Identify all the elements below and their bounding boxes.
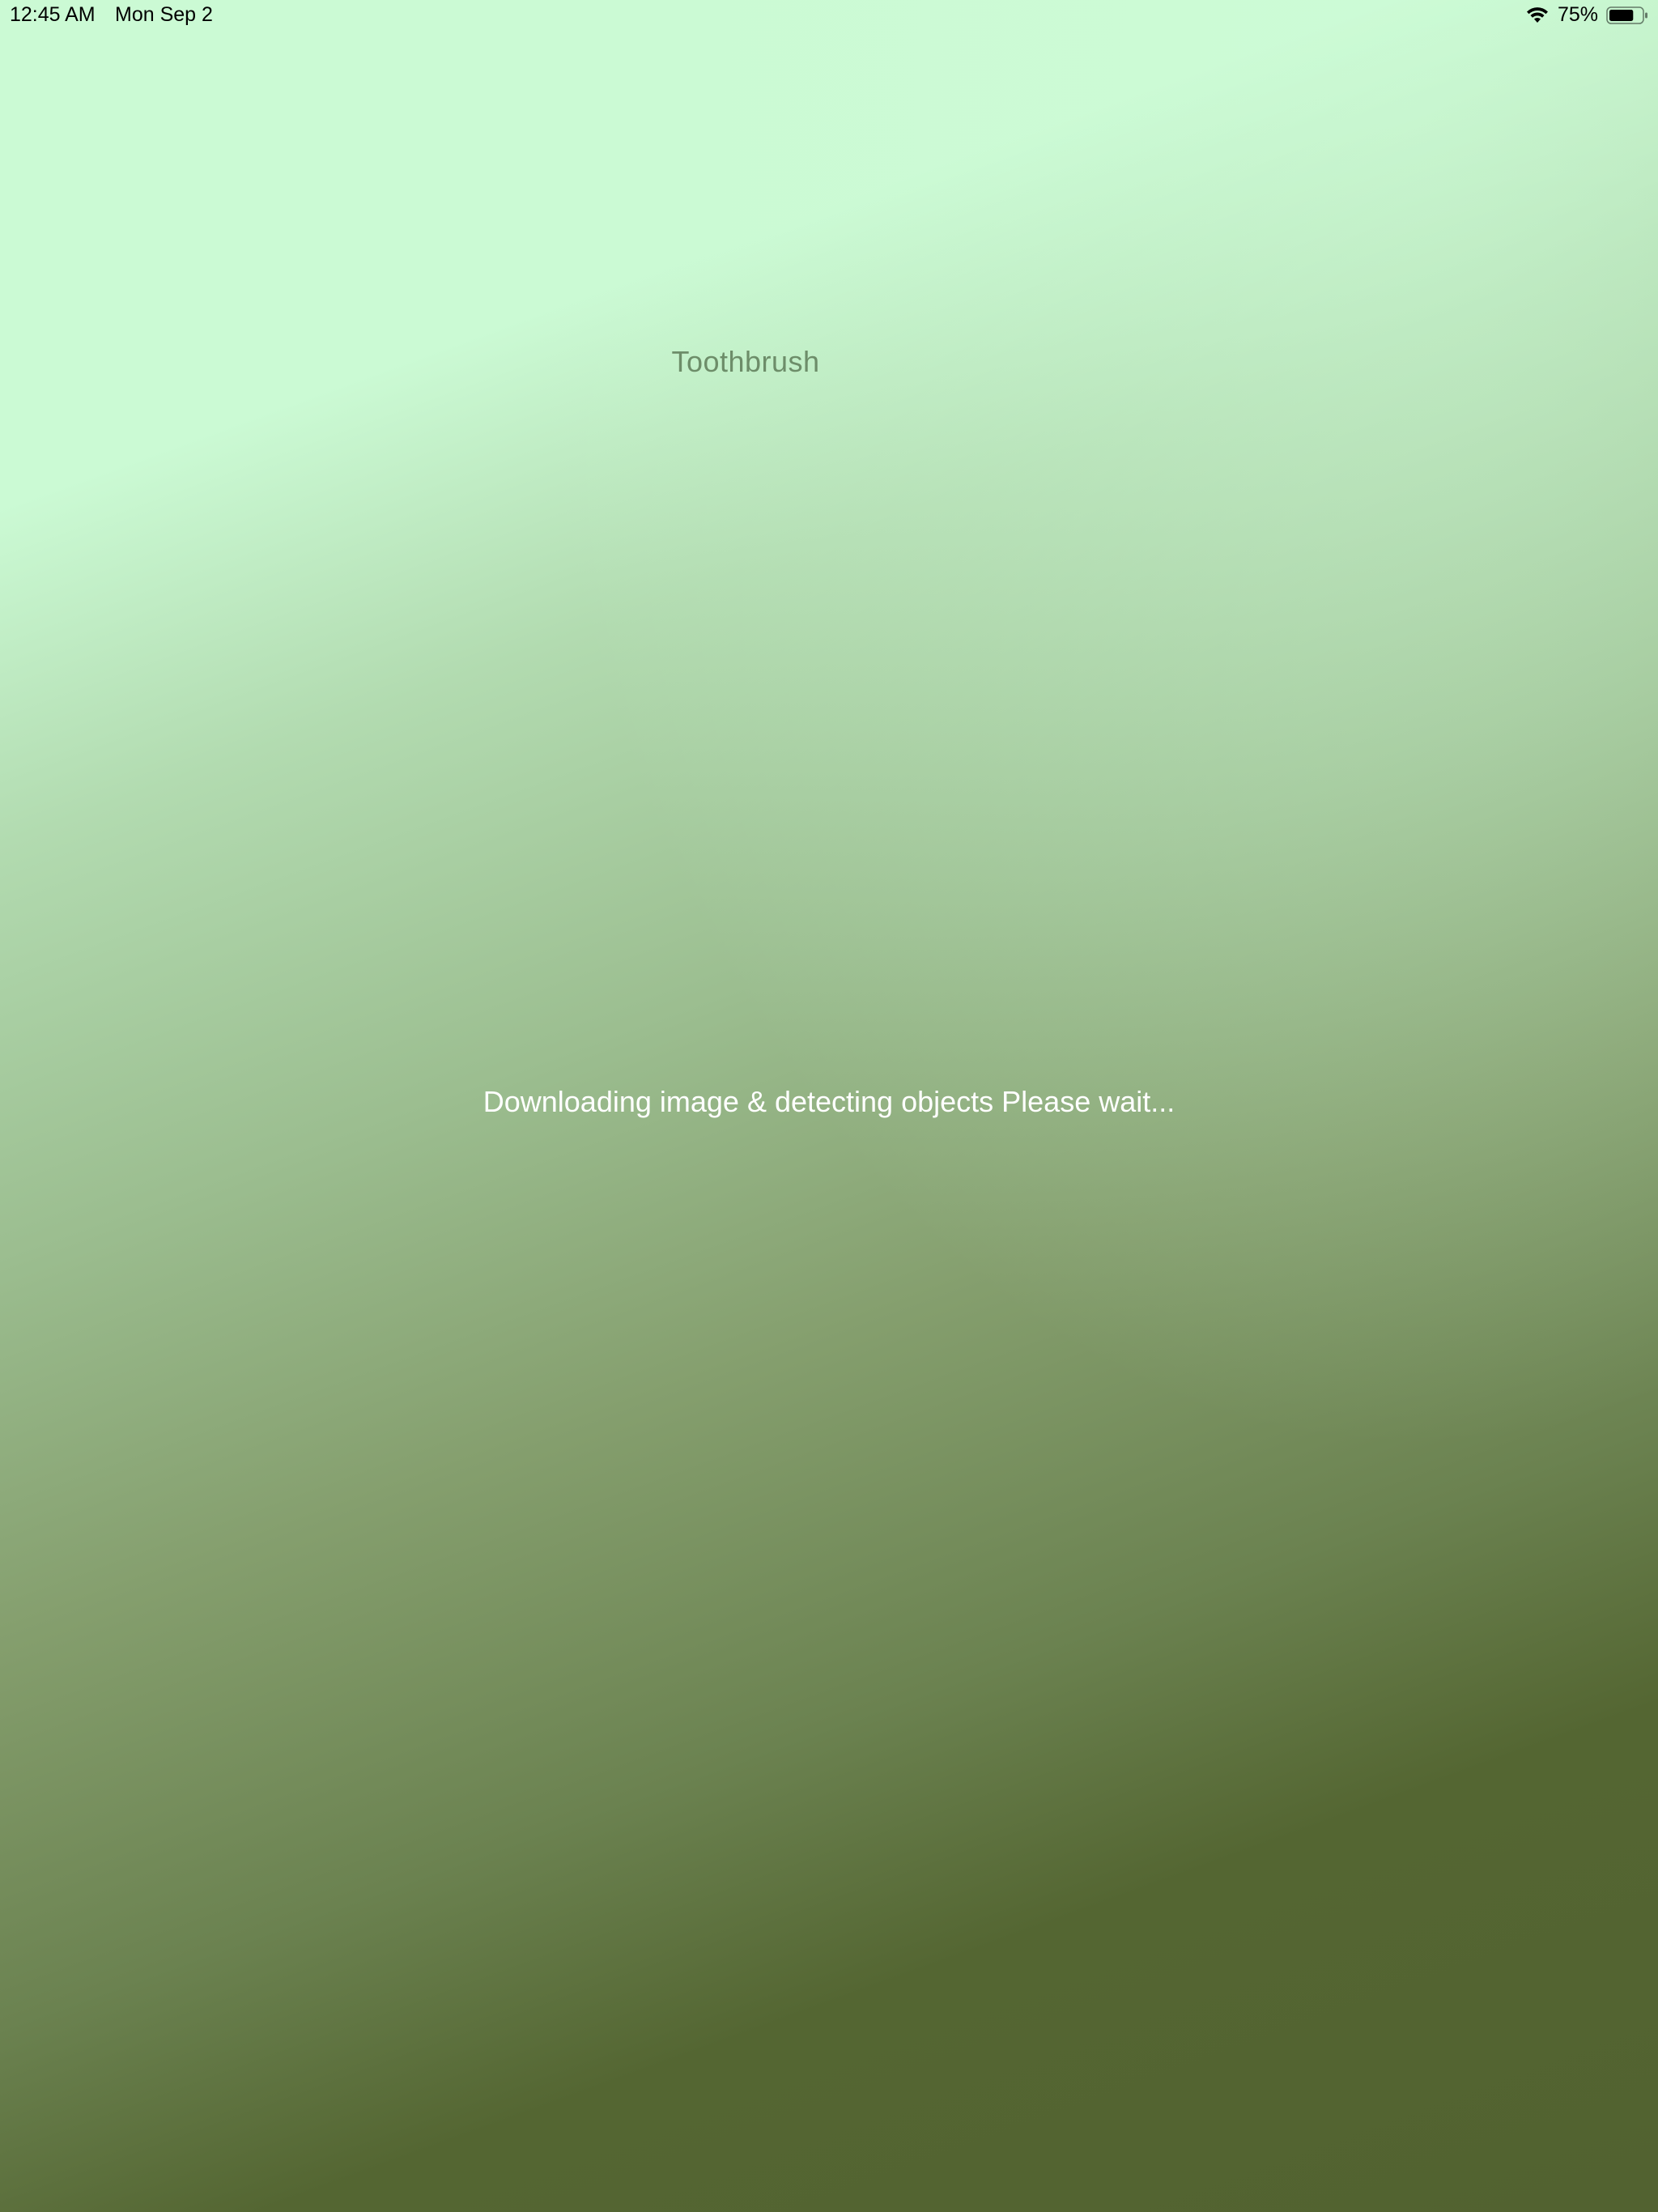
status-bar: 12:45 AM Mon Sep 2 75% (0, 0, 1658, 32)
status-indicators: 75% (1525, 3, 1648, 27)
status-date: Mon Sep 2 (115, 3, 213, 26)
page-title: Toothbrush (671, 345, 820, 378)
battery-percent: 75% (1557, 3, 1598, 26)
battery-icon (1606, 6, 1648, 25)
status-time: 12:45 AM (10, 3, 96, 26)
wifi-icon (1525, 6, 1550, 25)
loading-message: Downloading image & detecting objects Pl… (483, 1085, 1175, 1118)
